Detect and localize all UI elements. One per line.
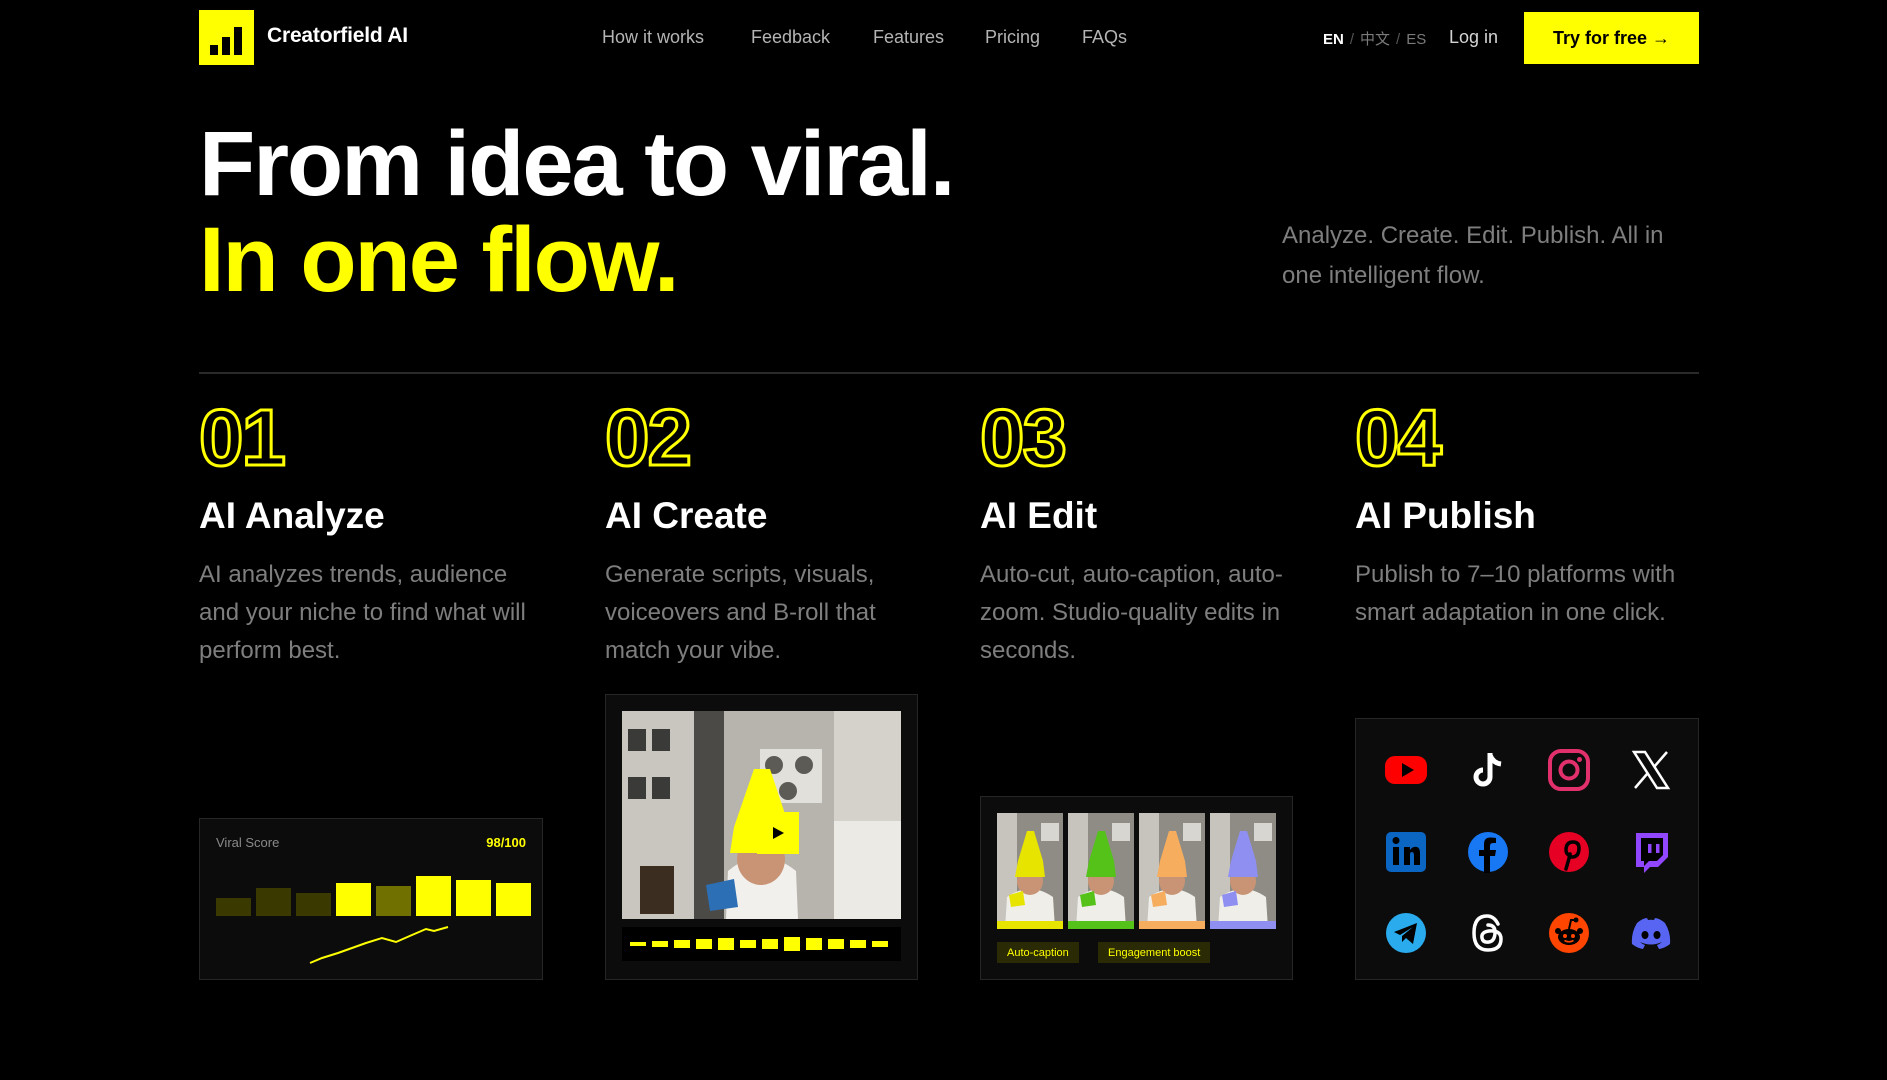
telegram-icon xyxy=(1383,910,1429,956)
platforms-card xyxy=(1355,718,1699,980)
nav-how-it-works[interactable]: How it works xyxy=(602,27,704,48)
waveform-bar xyxy=(872,941,888,947)
pinterest-icon xyxy=(1546,829,1592,875)
tiktok-icon xyxy=(1465,747,1511,793)
youtube-icon xyxy=(1383,747,1429,793)
step-title-create: AI Create xyxy=(605,495,768,536)
step-number-01: 01 xyxy=(198,393,288,482)
brand-name[interactable]: Creatorfield AI xyxy=(267,24,408,48)
video-thumbnail[interactable] xyxy=(622,711,901,919)
lang-es[interactable]: ES xyxy=(1406,31,1426,48)
login-link[interactable]: Log in xyxy=(1449,27,1498,48)
edit-thumbnail xyxy=(1210,813,1276,929)
edit-preview-card: Auto-caption Engagement boost xyxy=(980,796,1293,980)
step-desc-create: Generate scripts, visuals, voiceovers an… xyxy=(605,561,876,664)
step-number-03: 03 xyxy=(979,393,1069,482)
auto-caption-tag: Auto-caption xyxy=(997,942,1079,963)
hero-headline-accent: In one flow. xyxy=(199,209,680,311)
play-button[interactable] xyxy=(757,812,799,854)
step-title-analyze: AI Analyze xyxy=(199,495,385,536)
waveform-bar xyxy=(762,939,778,949)
step-number-02: 02 xyxy=(604,393,694,482)
nav-pricing[interactable]: Pricing xyxy=(985,27,1040,48)
waveform-bar xyxy=(696,939,712,949)
play-icon xyxy=(773,827,784,839)
trend-line xyxy=(309,926,449,964)
waveform-bar xyxy=(740,940,756,948)
twitch-icon xyxy=(1628,829,1674,875)
step-desc-edit: Auto-cut, auto-caption, auto-zoom. Studi… xyxy=(980,561,1283,664)
brand-logo[interactable] xyxy=(199,10,254,65)
hero-tagline: Analyze. Create. Edit. Publish. All in o… xyxy=(1282,222,1664,289)
waveform-bar xyxy=(674,940,690,948)
x-icon xyxy=(1628,747,1674,793)
video-preview-card xyxy=(605,694,918,980)
nav-faqs[interactable]: FAQs xyxy=(1082,27,1127,48)
edit-thumbnail xyxy=(1139,813,1205,929)
step-desc-analyze: AI analyzes trends, audience and your ni… xyxy=(199,561,526,664)
discord-icon xyxy=(1628,910,1674,956)
audio-waveform xyxy=(622,927,901,961)
facebook-icon xyxy=(1465,829,1511,875)
edit-thumbnail xyxy=(1068,813,1134,929)
hero-headline: From idea to viral. xyxy=(199,113,955,215)
step-title-edit: AI Edit xyxy=(980,495,1098,536)
step-title-publish: AI Publish xyxy=(1355,495,1536,536)
viral-score-card: Viral Score 98/100 xyxy=(199,818,543,980)
language-switcher: EN / 中文 / ES xyxy=(1323,31,1427,48)
section-divider xyxy=(199,372,1699,374)
waveform-bar xyxy=(652,941,668,947)
waveform-bar xyxy=(784,937,800,951)
try-free-button[interactable]: Try for free → xyxy=(1524,12,1699,64)
lang-en[interactable]: EN xyxy=(1323,31,1344,48)
linkedin-icon xyxy=(1383,829,1429,875)
reddit-icon xyxy=(1546,910,1592,956)
nav-features[interactable]: Features xyxy=(873,27,944,48)
waveform-bar xyxy=(806,938,822,950)
engagement-boost-tag: Engagement boost xyxy=(1098,942,1211,963)
instagram-icon xyxy=(1546,747,1592,793)
nav-feedback[interactable]: Feedback xyxy=(751,27,830,48)
lang-zh[interactable]: 中文 xyxy=(1360,31,1390,48)
threads-icon xyxy=(1465,910,1511,956)
edit-thumbnail xyxy=(997,813,1063,929)
waveform-bar xyxy=(850,940,866,948)
waveform-bar xyxy=(630,942,646,946)
waveform-bar xyxy=(718,938,734,950)
step-desc-publish: Publish to 7–10 platforms with smart ada… xyxy=(1355,561,1676,626)
step-number-04: 04 xyxy=(1354,393,1444,482)
waveform-bar xyxy=(828,939,844,949)
